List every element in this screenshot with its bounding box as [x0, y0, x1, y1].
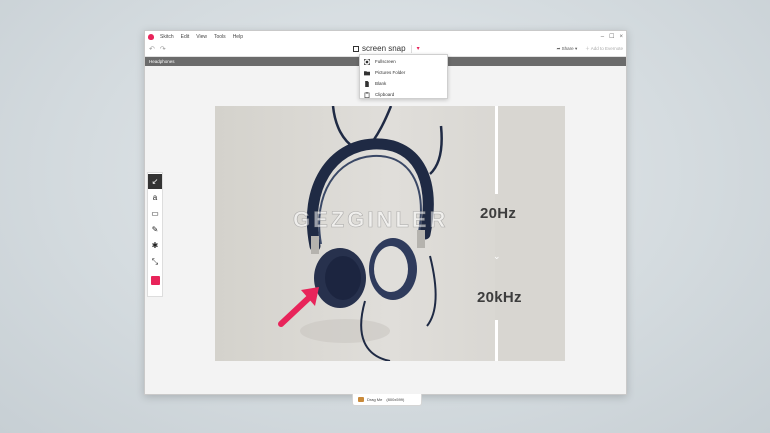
stamp-tool[interactable]: ✱ — [148, 238, 162, 253]
skitch-window: Skitch Edit View Tools Help – ☐ × ↶ ↷ sc… — [144, 30, 627, 395]
chevron-down-icon[interactable]: ▾ — [417, 45, 420, 52]
arrow-tool[interactable]: ↙ — [148, 174, 162, 189]
menu-item-label: Pictures Folder — [375, 70, 406, 75]
blank-document-icon — [365, 80, 369, 87]
image-size-label: (800x599) — [386, 397, 405, 402]
menu-item-fullscreen[interactable]: Fullscreen — [360, 56, 447, 67]
rectangle-tool[interactable]: ▭ — [148, 206, 162, 221]
tool-palette: ↙ a ▭ ✎ ✱ ⤡ — [147, 172, 163, 297]
share-label: Share — [561, 46, 574, 51]
text-tool[interactable]: a — [148, 190, 162, 205]
add-to-evernote-button[interactable]: ＋ Add to Evernote — [585, 46, 623, 52]
menu-item-clipboard[interactable]: Clipboard — [360, 89, 447, 100]
menu-item-label: Clipboard — [375, 92, 395, 97]
skitch-logo-icon — [148, 34, 154, 40]
menu-edit[interactable]: Edit — [181, 34, 190, 40]
maximize-button[interactable]: ☐ — [609, 31, 614, 43]
color-picker[interactable] — [148, 270, 162, 290]
share-button[interactable]: ➦ Share ▾ — [557, 46, 578, 52]
menu-item-blank[interactable]: Blank — [360, 78, 447, 89]
menu-item-label: Blank — [375, 81, 387, 86]
drag-me-handle[interactable]: Drag Me (800x599) — [352, 394, 422, 406]
redo-button[interactable]: ↷ — [160, 45, 166, 53]
menu-bar: Skitch Edit View Tools Help – ☐ × — [145, 31, 626, 43]
image-canvas[interactable]: 20Hz ⌄ 20kHz GEZGINLER — [215, 106, 565, 361]
menu-skitch[interactable]: Skitch — [160, 34, 174, 40]
snap-separator — [410, 44, 412, 53]
headphones-image — [278, 106, 443, 361]
evernote-label: Add to Evernote — [590, 46, 623, 51]
crop-tool[interactable]: ⤡ — [148, 254, 162, 269]
folder-icon — [364, 70, 370, 75]
menu-tools[interactable]: Tools — [214, 34, 226, 40]
close-button[interactable]: × — [619, 31, 623, 43]
menu-view[interactable]: View — [196, 34, 207, 40]
snap-dropdown-menu: Fullscreen Pictures Folder Blank Clipboa… — [359, 54, 448, 99]
drag-me-label: Drag Me — [367, 397, 383, 402]
watermark-text: GEZGINLER — [293, 207, 449, 233]
menu-item-pictures-folder[interactable]: Pictures Folder — [360, 67, 447, 78]
color-swatch — [150, 275, 160, 285]
menu-help[interactable]: Help — [233, 34, 243, 40]
drag-image-icon — [358, 397, 364, 402]
marker-tool[interactable]: ✎ — [148, 222, 162, 237]
undo-button[interactable]: ↶ — [149, 45, 155, 53]
screen-snap-label: screen snap — [362, 44, 406, 53]
tab-label: Headphones — [149, 59, 175, 64]
screen-snap-button[interactable]: screen snap ▾ — [353, 44, 420, 53]
crop-icon — [353, 45, 359, 52]
minimize-button[interactable]: – — [601, 31, 604, 43]
fullscreen-icon — [364, 58, 370, 65]
menu-item-label: Fullscreen — [375, 59, 396, 64]
clipboard-icon — [364, 91, 370, 98]
